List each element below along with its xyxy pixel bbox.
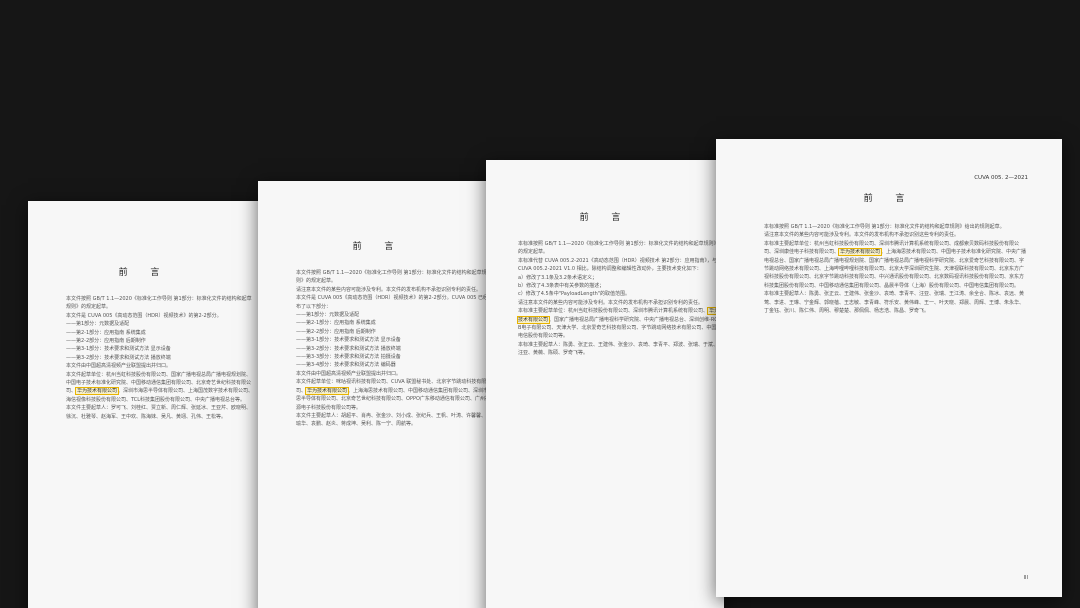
paragraph: 请注意本文件的某些内容可能涉及专利。本文件的发布机构不承担识别这些专利的责任。 bbox=[764, 232, 960, 239]
page-title: 前 言 bbox=[118, 268, 170, 278]
list-item: ——第2-2部分：应用指南 后期制作 bbox=[296, 328, 376, 335]
highlighted-company: 华为技术有限公司 bbox=[305, 386, 350, 395]
list-item: ——第2-1部分：应用指南 系统集成 bbox=[66, 329, 146, 336]
paragraph: 请注意本文件的某些内容可能涉及专利。本文件的发布机构不承担识别专利的责任。 bbox=[518, 299, 704, 306]
page-number: III bbox=[1023, 575, 1028, 581]
document-viewer-stage: 前 言 本文件按照 GB/T 1.1—2020《标准化工作导则 第1部分：标准化… bbox=[0, 0, 1080, 608]
paragraph: 本标准按照 GB/T 1.1—2020《标准化工作导则 第1部分：标准化文件的结… bbox=[518, 241, 719, 256]
list-item: ——第3-4部分：技术要求和测试方法 编码器 bbox=[296, 362, 396, 369]
page-title: 前 言 bbox=[579, 213, 631, 223]
drafting-text: 本标准主要起草单位：杭州当虹科技股份有限公司、深圳市腾讯计算机系统有限公司、 bbox=[518, 308, 709, 315]
paragraph: 本文件是 CUVA 005《高动态范围（HDR）视频技术》的第2-2部分。 bbox=[66, 312, 222, 319]
list-item: ——第3-1部分：技术要求和测试方法 显示设备 bbox=[296, 337, 401, 344]
page-body: 本文件按照 GB/T 1.1—2020《标准化工作导则 第1部分：标准化文件的结… bbox=[54, 295, 254, 421]
page-body: 本文件按照 GB/T 1.1—2020《标准化工作导则 第1部分：标准化文件的结… bbox=[284, 269, 494, 429]
paragraph: 本标准代替 CUVA 005.2-2021《高动态范围（HDR）视频技术 第2部… bbox=[518, 257, 718, 273]
drafters: 本标准主要起草人：陈勇、张正云、王建伟、张金沙、袁琦、李青平、郑波、张瑞、于斌、… bbox=[518, 341, 719, 357]
page-body: 本标准按照 GB/T 1.1—2020《标准化工作导则 第1部分：标准化文件的结… bbox=[506, 240, 721, 358]
list-item: ——第2-2部分：应用指南 后期制作 bbox=[66, 338, 146, 345]
list-item: ——第3-2部分：技术要求和测试方法 播放终端 bbox=[296, 345, 401, 352]
document-page-2[interactable]: 前 言 本文件按照 GB/T 1.1—2020《标准化工作导则 第1部分：标准化… bbox=[258, 181, 498, 608]
list-item: ——第2-1部分：应用指南 系统集成 bbox=[296, 320, 376, 327]
list-item: ——第3-2部分：技术要求和测试方法 播放终端 bbox=[66, 354, 171, 361]
document-page-3[interactable]: 前 言 本标准按照 GB/T 1.1—2020《标准化工作导则 第1部分：标准化… bbox=[486, 160, 724, 608]
paragraph: 本文件由中国超高清视频产业联盟提出并归口。 bbox=[66, 363, 172, 370]
list-item: c）修改了4.5条中"PayloadLength"的取值范围。 bbox=[518, 291, 631, 298]
list-item: b）修改了4.3条表中有关参数的描述； bbox=[518, 283, 605, 290]
list-item: a）修改了3.1条及3.2条术语定义； bbox=[518, 274, 597, 281]
highlighted-company: 华为技术有限公司 bbox=[838, 248, 883, 257]
document-page-1[interactable]: 前 言 本文件按照 GB/T 1.1—2020《标准化工作导则 第1部分：标准化… bbox=[28, 201, 260, 608]
document-page-4[interactable]: CUVA 005. 2—2021 前 言 本标准按照 GB/T 1.1—2020… bbox=[716, 139, 1062, 597]
drafting-units: 本文件起草单位：杭州当虹科技股份有限公司、国家广播电视总局广播电视规划院、中国电… bbox=[54, 371, 254, 405]
drafters: 本文件主要起草人：胡超平、肖冉、张金沙、刘小成、张纪兵、王帆、叶涛、许馨馨、许瑜… bbox=[296, 412, 492, 428]
page-header-code: CUVA 005. 2—2021 bbox=[974, 175, 1028, 181]
drafting-units: 本文件起草单位：咪咕视讯科技有限公司、CUVA 联盟秘书处、北京字节跳动科技有限… bbox=[284, 378, 494, 412]
list-item: ——第3-3部分：技术要求和测试方法 拍摄设备 bbox=[296, 354, 401, 361]
paragraph: 本标准按照 GB/T 1.1—2020《标准化工作导则 第1部分：标准化文件的结… bbox=[764, 224, 1005, 230]
drafters: 本文件主要起草人：罗可飞、刘桂红、贾立新、周仁辉、张延冰、王亚芹、欧晓明、徐沉、… bbox=[66, 405, 252, 420]
page-body: 本标准按照 GB/T 1.1—2020《标准化工作导则 第1部分：标准化文件的结… bbox=[752, 223, 1028, 315]
drafting-units: 本标准主要起草单位：杭州当虹科技股份有限公司、深圳市腾讯计算机系统有限公司、成都… bbox=[752, 240, 1028, 290]
drafters: 本标准主要起草人：陈勇、张正云、王建伟、张金沙、袁琦、李青平、汪亚、张瑞、王江涛… bbox=[764, 291, 1025, 315]
page-title: 前 言 bbox=[352, 242, 404, 252]
highlighted-company: 华为技术有限公司 bbox=[75, 387, 120, 396]
paragraph: 本文件按照 GB/T 1.1—2020《标准化工作导则 第1部分：标准化文件的结… bbox=[296, 270, 487, 285]
drafting-units: 本标准主要起草单位：杭州当虹科技股份有限公司、深圳市腾讯计算机系统有限公司、华为… bbox=[506, 307, 721, 341]
paragraph: 本文件按照 GB/T 1.1—2020《标准化工作导则 第1部分：标准化文件的结… bbox=[66, 296, 252, 311]
list-item: ——第3-1部分：技术要求和测试方法 显示设备 bbox=[66, 346, 171, 353]
paragraph: 本文件由中国超高清视频产业联盟提出并归口。 bbox=[296, 370, 402, 377]
page-title: 前 言 bbox=[863, 194, 915, 204]
drafting-text: 、国家广播电视总局广播电视科学研究院、中央广播电视总台、深圳创维-RGB电子有限… bbox=[518, 316, 719, 340]
list-item: ——第1部分：元数据及适配 bbox=[296, 312, 360, 319]
paragraph: 请注意本文件的某些内容可能涉及专利。本文件的发布机构不承担识别专利的责任。 bbox=[296, 286, 482, 293]
list-item: ——第1部分：元数据及适配 bbox=[66, 321, 130, 328]
paragraph: 本文件是 CUVA 005《高动态范围（HDR）视频技术》的第2-2部分。CUV… bbox=[296, 295, 494, 310]
